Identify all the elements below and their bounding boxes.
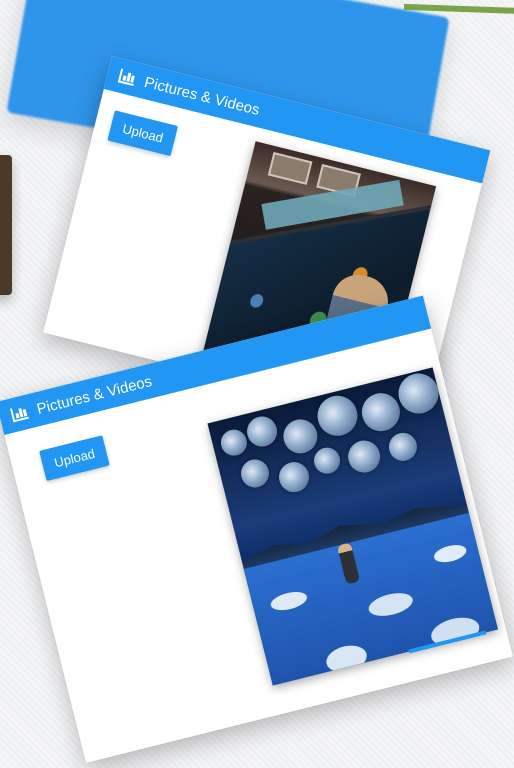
image-bubble [385,429,420,464]
background-dark-edge [0,155,12,295]
image-bubble [279,415,321,457]
image-bubble [275,458,313,496]
image-bubble [313,391,362,441]
upload-button[interactable]: Upload [107,110,179,157]
image-bubble [357,389,404,436]
bar-chart-icon [10,404,29,423]
image-bubble [344,437,384,476]
image-bubble [243,413,281,450]
card-title: Pictures & Videos [34,372,154,418]
bar-chart-icon [117,68,137,87]
image-bubble [311,444,343,477]
image-bubble [238,456,272,491]
image-bubble [218,426,250,459]
upload-button[interactable]: Upload [39,435,110,482]
image-bubble [394,369,443,418]
pictures-videos-card-bottom: Pictures & Videos Upload [0,295,513,763]
wall-frame [267,151,313,185]
